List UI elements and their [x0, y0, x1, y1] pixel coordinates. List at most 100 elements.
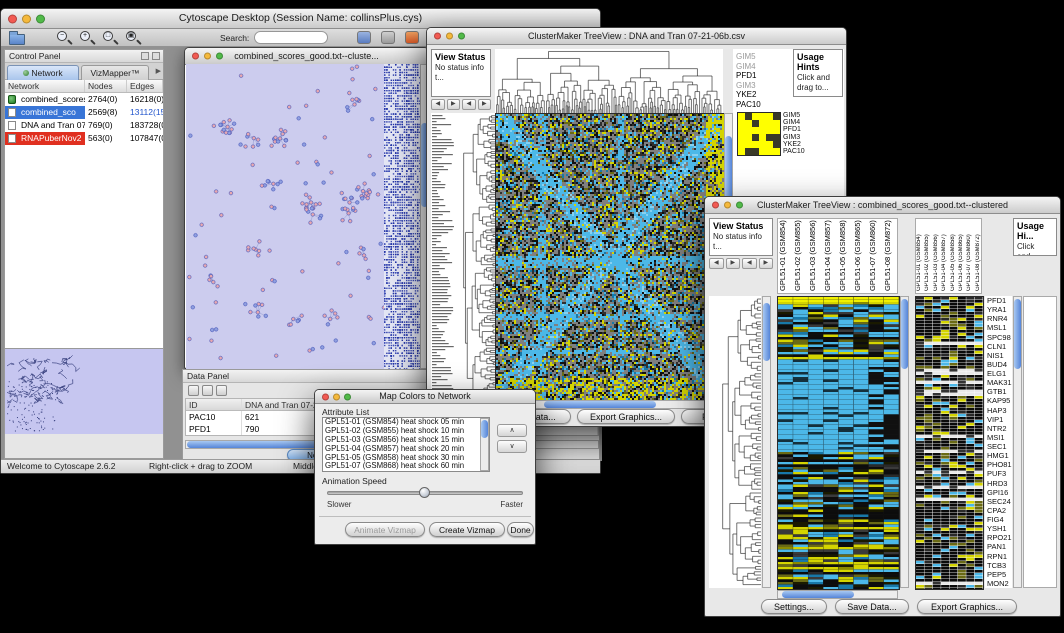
nav-right-icon[interactable]: ▶ — [726, 258, 741, 269]
row-label-strip-canvas[interactable] — [431, 113, 455, 399]
gene-label[interactable]: GIM5 — [736, 52, 778, 62]
background-network-canvas[interactable] — [384, 64, 420, 369]
minimize-button[interactable] — [204, 53, 211, 60]
close-panel-icon[interactable] — [152, 52, 160, 60]
correlation-matrix-canvas[interactable] — [737, 112, 781, 156]
gene-label[interactable]: PFD1 — [985, 296, 1012, 305]
toolbar-plugin-icon-2[interactable] — [381, 31, 395, 44]
column-label[interactable]: GPL51-07 (GSM860) — [868, 219, 883, 293]
tab-network[interactable]: Network — [7, 65, 79, 80]
table-icon[interactable] — [202, 385, 213, 396]
scrollbar-thumb[interactable] — [782, 591, 854, 598]
column-label[interactable]: GPL51-07 (GSM860) — [966, 219, 974, 293]
zoom-in-icon[interactable]: + — [80, 31, 96, 47]
row-dendrogram-canvas[interactable] — [455, 113, 495, 399]
minimize-button[interactable] — [22, 14, 31, 23]
treeview2-titlebar[interactable]: ClusterMaker TreeView : combined_scores_… — [705, 197, 1060, 214]
toolbar-plugin-icon-1[interactable] — [357, 31, 371, 44]
scrollbar-thumb[interactable] — [901, 299, 908, 369]
gene-label[interactable]: CPA2 — [985, 506, 1012, 515]
row-dendrogram-canvas[interactable] — [709, 296, 761, 588]
gene-label[interactable]: HMG1 — [985, 451, 1012, 460]
database-icon[interactable] — [216, 385, 227, 396]
close-button[interactable] — [712, 202, 719, 209]
heatmap-hscrollbar[interactable] — [777, 590, 898, 599]
gene-label[interactable]: CLN1 — [985, 342, 1012, 351]
gene-label[interactable]: NTR2 — [985, 424, 1012, 433]
settings-button[interactable]: Settings... — [761, 599, 827, 614]
gene-label[interactable]: NIS1 — [985, 351, 1012, 360]
gene-label[interactable]: PFD1 — [736, 71, 778, 81]
scrollbar-thumb[interactable] — [481, 420, 488, 438]
nav-left-icon[interactable]: ◀ — [709, 258, 724, 269]
gene-label[interactable]: GIM4 — [783, 119, 823, 126]
float-panel-icon[interactable] — [141, 52, 149, 60]
column-label[interactable]: GPL51-03 (GSM856) — [933, 219, 941, 293]
export-graphics-button[interactable]: Export Graphics... — [917, 599, 1017, 614]
zoom-button[interactable] — [736, 202, 743, 209]
gene-label[interactable]: RPN1 — [985, 552, 1012, 561]
gene-list-vscrollbar[interactable] — [1013, 296, 1022, 588]
gene-label[interactable]: TCB3 — [985, 561, 1012, 570]
column-label[interactable]: GPL51-06 (GSM865) — [853, 219, 868, 293]
network-row[interactable]: combined_scores 2764(0) 16218(0) — [5, 93, 163, 106]
column-label[interactable]: GPL51-01 (GSM854) — [778, 219, 793, 293]
zoom-button[interactable] — [216, 53, 223, 60]
gene-label[interactable]: VIP1 — [985, 415, 1012, 424]
column-label[interactable]: GPL51-04 (GSM857) — [941, 219, 949, 293]
gene-label[interactable]: MON2 — [985, 579, 1012, 588]
heatmap-canvas[interactable] — [495, 113, 725, 401]
column-dendrogram-canvas[interactable] — [495, 49, 723, 113]
heatmap-vscrollbar[interactable] — [900, 296, 909, 588]
gene-label[interactable]: HRD3 — [985, 479, 1012, 488]
gene-label[interactable]: YKE2 — [783, 141, 823, 148]
column-label[interactable]: GPL51-08 (GSM872) — [975, 219, 982, 293]
network-view-titlebar[interactable]: combined_scores_good.txt--cluste... — [185, 48, 428, 65]
gene-label[interactable]: PHO81 — [985, 460, 1012, 469]
heatmap-main-canvas[interactable] — [777, 296, 900, 590]
move-up-button[interactable]: ∧ — [497, 424, 527, 437]
gene-label[interactable]: PAC10 — [736, 100, 778, 110]
zoom-button[interactable] — [344, 393, 351, 400]
heatmap-secondary-canvas[interactable] — [915, 296, 984, 590]
attribute-list-item[interactable]: GPL51-07 (GSM868) heat shock 60 min — [323, 462, 489, 471]
column-label[interactable]: GPL51-05 (GSM858) — [838, 219, 853, 293]
gene-label[interactable]: GIM3 — [783, 134, 823, 141]
gene-label[interactable]: SEC1 — [985, 442, 1012, 451]
tab-vizmapper[interactable]: VizMapper™ — [81, 65, 149, 80]
done-button[interactable]: Done — [507, 522, 534, 537]
gene-label[interactable]: PAN1 — [985, 542, 1012, 551]
gene-label[interactable]: MSL1 — [985, 323, 1012, 332]
nav-left-icon[interactable]: ◀ — [462, 99, 476, 110]
export-graphics-button[interactable]: Export Graphics... — [577, 409, 675, 424]
attribute-list-vscrollbar[interactable] — [480, 418, 489, 471]
scrollbar-thumb[interactable] — [1014, 299, 1021, 369]
scrollbar-thumb[interactable] — [544, 401, 656, 408]
zoom-button[interactable] — [458, 33, 465, 40]
nav-left-icon[interactable]: ◀ — [431, 99, 445, 110]
gene-label[interactable]: ELG1 — [985, 369, 1012, 378]
speed-slider-thumb[interactable] — [419, 487, 430, 498]
gene-label[interactable]: MAK31 — [985, 378, 1012, 387]
zoom-fit-icon[interactable]: □ — [103, 31, 119, 47]
minimize-button[interactable] — [446, 33, 453, 40]
close-button[interactable] — [322, 393, 329, 400]
open-session-icon[interactable] — [9, 34, 25, 45]
gene-label[interactable]: YRA1 — [985, 305, 1012, 314]
gene-label[interactable]: KAP95 — [985, 396, 1012, 405]
close-button[interactable] — [434, 33, 441, 40]
close-button[interactable] — [192, 53, 199, 60]
animate-vizmap-button[interactable]: Animate Vizmap — [345, 522, 425, 537]
close-button[interactable] — [8, 14, 17, 23]
zoom-out-icon[interactable]: − — [57, 31, 73, 47]
nav-right-icon[interactable]: ▶ — [478, 99, 492, 110]
gene-label[interactable]: MSI1 — [985, 433, 1012, 442]
nav-left-icon[interactable]: ◀ — [742, 258, 757, 269]
dendrogram-vscrollbar[interactable] — [762, 296, 771, 588]
gene-label[interactable]: YSH1 — [985, 524, 1012, 533]
move-down-button[interactable]: ∨ — [497, 440, 527, 453]
column-label[interactable]: GPL51-08 (GSM872) — [883, 219, 898, 293]
gene-label[interactable]: PFD1 — [783, 126, 823, 133]
network-row-destroyed[interactable]: RNAPuberNov2 563(0) 107847(0) — [5, 132, 163, 145]
minimize-button[interactable] — [724, 202, 731, 209]
